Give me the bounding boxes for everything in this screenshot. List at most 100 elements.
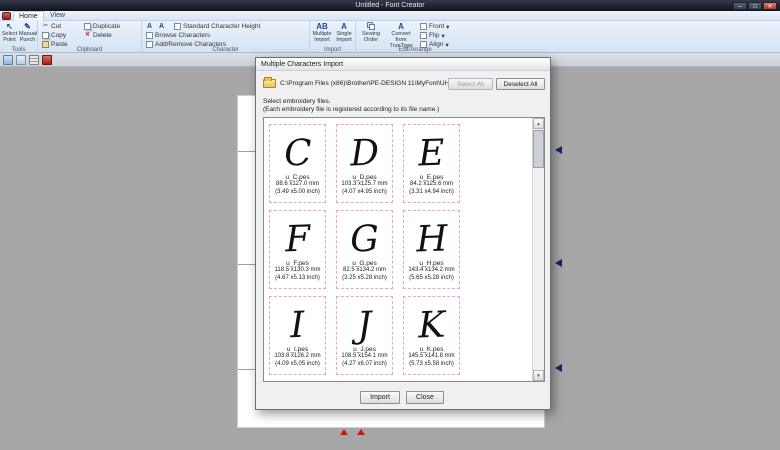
duplicate-label: Duplicate — [93, 23, 120, 30]
card-write-icon[interactable] — [42, 55, 52, 65]
dialog-close-button[interactable]: Close — [406, 391, 444, 404]
character-list: C u_C.pes 88.6 x127.0 mm (3.49 x5.00 inc… — [263, 117, 545, 382]
character-tile[interactable]: K u_K.pes 145.5 x141.8 mm (5.73 x5.58 in… — [403, 296, 460, 375]
character-glyph: J — [356, 297, 372, 344]
standard-height-checkbox-icon — [174, 23, 181, 30]
character-tile[interactable]: I u_I.pes 103.8 x126.2 mm (4.09 x5.05 in… — [269, 296, 326, 375]
close-button[interactable]: ✕ — [763, 2, 777, 10]
list-scrollbar[interactable]: ▲ ▼ — [532, 118, 544, 381]
grid-icon[interactable] — [29, 55, 39, 65]
copy-button[interactable]: Copy — [42, 31, 66, 40]
standard-character-height-toggle[interactable]: Standard Character Height — [174, 22, 260, 31]
font-size-down-icon: A — [158, 23, 165, 30]
character-tile[interactable]: D u_D.pes 103.3 x125.7 mm (4.07 x4.95 in… — [336, 124, 393, 203]
dialog-title: Multiple Characters Import — [261, 61, 343, 68]
select-point-label: Select Point — [1, 32, 18, 44]
manual-punch-label: Manual Punch — [19, 32, 36, 44]
delete-button[interactable]: ✕ Delete — [84, 31, 112, 40]
flip-icon — [420, 32, 427, 39]
font-size-up-icon: A — [146, 23, 153, 30]
design-page-icon[interactable] — [3, 55, 13, 65]
tile-size-inch: (4.67 x5.13 inch) — [275, 275, 320, 283]
cut-icon: ✂ — [42, 23, 49, 30]
character-tile[interactable]: J u_J.pes 108.5 x154.1 mm (4.27 x6.07 in… — [336, 296, 393, 375]
sewing-order-button[interactable]: Sewing Order — [358, 22, 384, 44]
select-point-button[interactable]: ↖ Select Point — [1, 22, 18, 44]
group-clipboard: ✂ Cut Copy Paste Duplicate ✕ Delete Clip… — [38, 21, 142, 53]
character-glyph: G — [349, 211, 379, 259]
convert-truetype-button[interactable]: A Convert from TrueType — [386, 22, 416, 50]
width-marker-icon[interactable] — [357, 429, 365, 435]
front-dropdown-icon: ▾ — [446, 23, 449, 31]
tab-home[interactable]: Home — [13, 11, 44, 21]
tile-size-mm: 143.4 x134.2 mm — [408, 267, 454, 275]
front-icon — [420, 23, 427, 30]
baseline-marker-icon[interactable] — [555, 146, 562, 154]
deselect-all-button[interactable]: Deselect All — [496, 78, 545, 90]
flip-label: Flip — [429, 32, 439, 39]
duplicate-icon — [84, 23, 91, 30]
dialog-title-bar[interactable]: Multiple Characters Import — [256, 58, 550, 71]
tile-size-mm: 103.3 x125.7 mm — [341, 181, 387, 189]
tile-size-mm: 82.5 x134.2 mm — [343, 267, 386, 275]
character-glyph: K — [417, 297, 446, 345]
copy-icon — [42, 32, 49, 39]
tab-view[interactable]: View — [45, 11, 70, 21]
tile-size-inch: (5.65 x5.28 inch) — [409, 275, 454, 283]
flip-dropdown-icon: ▾ — [441, 32, 444, 40]
baseline-marker-icon[interactable] — [555, 364, 562, 372]
browse-characters-icon — [146, 32, 153, 39]
sewing-order-label: Sewing Order — [358, 32, 384, 44]
character-tile[interactable]: E u_E.pes 84.2 x125.6 mm (3.31 x4.94 inc… — [403, 124, 460, 203]
duplicate-button[interactable]: Duplicate — [84, 22, 120, 31]
character-glyph: E — [418, 125, 446, 173]
import-button[interactable]: Import — [360, 391, 400, 404]
maximize-button[interactable]: □ — [748, 2, 762, 10]
tile-size-inch: (4.07 x4.95 inch) — [342, 189, 387, 197]
scrollbar-thumb[interactable] — [533, 130, 544, 168]
app-window: Untitled - Font Creator – □ ✕ Home View … — [0, 0, 780, 450]
font-size-up-button[interactable]: A — [146, 22, 153, 31]
tile-size-mm: 88.6 x127.0 mm — [276, 181, 319, 189]
template-icon[interactable] — [16, 55, 26, 65]
browse-characters-label: Browse Characters — [155, 32, 210, 39]
standard-height-label: Standard Character Height — [183, 23, 260, 30]
multiple-characters-import-dialog: Multiple Characters Import C:\Program Fi… — [255, 57, 551, 410]
flip-button[interactable]: Flip ▾ — [420, 31, 445, 40]
front-label: Front — [429, 23, 444, 30]
tile-filename: u_K.pes — [420, 346, 444, 353]
single-import-button[interactable]: A Single Import — [334, 22, 354, 44]
character-tile[interactable]: F u_F.pes 118.5 x130.3 mm (4.67 x5.13 in… — [269, 210, 326, 289]
browse-characters-button[interactable]: Browse Characters — [146, 31, 210, 40]
tile-filename: u_G.pes — [352, 260, 377, 267]
delete-icon: ✕ — [84, 32, 91, 39]
character-tile[interactable]: G u_G.pes 82.5 x134.2 mm (3.25 x5.28 inc… — [336, 210, 393, 289]
folder-icon — [263, 79, 276, 88]
font-size-down-button[interactable]: A — [158, 22, 165, 31]
tile-size-inch: (3.25 x5.28 inch) — [342, 275, 387, 283]
tile-filename: u_I.pes — [287, 346, 308, 353]
multiple-import-label: Multiple Import — [312, 32, 332, 44]
multiple-import-button[interactable]: AB Multiple Import — [312, 22, 332, 44]
app-menu-button[interactable] — [2, 12, 11, 20]
tile-size-mm: 118.5 x130.3 mm — [275, 267, 321, 275]
cut-button[interactable]: ✂ Cut — [42, 22, 61, 31]
width-marker-icon[interactable] — [340, 429, 348, 435]
character-tile[interactable]: H u_H.pes 143.4 x134.2 mm (5.65 x5.28 in… — [403, 210, 460, 289]
window-title: Untitled - Font Creator — [355, 2, 424, 9]
manual-punch-button[interactable]: ✎ Manual Punch — [19, 22, 36, 44]
title-bar[interactable]: Untitled - Font Creator – □ ✕ — [0, 0, 780, 11]
ribbon: ↖ Select Point ✎ Manual Punch Tools ✂ Cu… — [0, 21, 780, 53]
copy-label: Copy — [51, 32, 66, 39]
minimize-button[interactable]: – — [733, 2, 747, 10]
scroll-up-icon[interactable]: ▲ — [533, 118, 544, 129]
tile-filename: u_D.pes — [352, 174, 376, 181]
tile-size-inch: (3.49 x5.00 inch) — [275, 189, 320, 197]
scroll-down-icon[interactable]: ▼ — [533, 370, 544, 381]
tile-size-mm: 145.5 x141.8 mm — [408, 353, 454, 361]
select-all-button[interactable]: Select All — [448, 78, 493, 90]
character-tile[interactable]: C u_C.pes 88.6 x127.0 mm (3.49 x5.00 inc… — [269, 124, 326, 203]
baseline-marker-icon[interactable] — [555, 259, 562, 267]
front-button[interactable]: Front ▾ — [420, 22, 449, 31]
delete-label: Delete — [93, 32, 112, 39]
